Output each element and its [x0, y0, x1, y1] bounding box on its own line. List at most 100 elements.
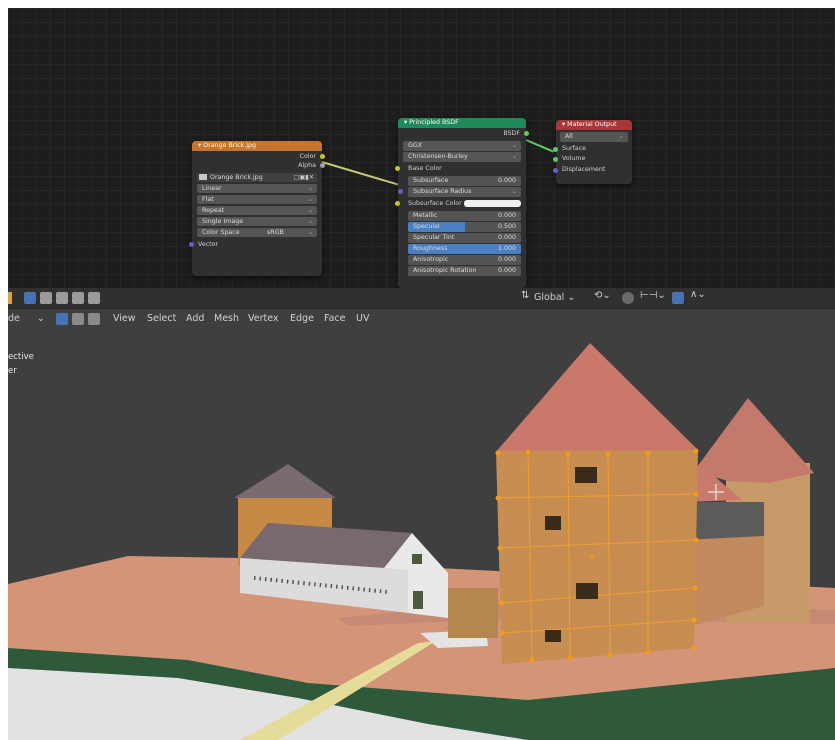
- subsurface-method-value: Christensen-Burley: [408, 153, 468, 160]
- output-target-dropdown[interactable]: All ⌄: [560, 132, 628, 142]
- chevron-down-icon: ⌄: [307, 195, 313, 203]
- mode-dropdown[interactable]: de ⌄: [8, 308, 45, 330]
- menu-view[interactable]: View: [113, 308, 136, 330]
- 3d-viewport[interactable]: ⇅ Global ⌄ ⟲⌄ ⊢⊣⌄ ∧⌄ de ⌄ View Select Ad…: [8, 288, 835, 740]
- menu-select[interactable]: Select: [147, 308, 176, 330]
- transform-orientation-dropdown[interactable]: Global ⌄: [534, 288, 575, 308]
- snap-target-icon[interactable]: ⊢⊣⌄: [640, 290, 666, 301]
- menu-uv[interactable]: UV: [356, 308, 369, 330]
- surface-input-socket[interactable]: [553, 146, 558, 152]
- select-extend-mode-button[interactable]: [40, 292, 52, 304]
- principled-bsdf-node-header[interactable]: ▾ Principled BSDF: [398, 118, 526, 128]
- roughness-slider[interactable]: Roughness 1.000: [408, 244, 521, 254]
- chevron-down-icon: ⌄: [307, 206, 313, 214]
- falloff-icon[interactable]: ∧⌄: [690, 289, 706, 300]
- subsurface-radius-dropdown[interactable]: Subsurface Radius ⌄: [398, 187, 521, 197]
- color-space-label: Color Space: [202, 228, 240, 236]
- connecting-wall: [448, 588, 498, 638]
- source-dropdown[interactable]: Single Image ⌄: [197, 216, 317, 226]
- subsurface-radius-socket[interactable]: [398, 189, 403, 195]
- vector-input-socket[interactable]: [189, 241, 194, 247]
- metallic-slider[interactable]: Metallic 0.000: [408, 211, 521, 221]
- viewport-menu-bar: de ⌄ View Select Add Mesh Vertex Edge Fa…: [8, 308, 835, 330]
- interpolation-value: Linear: [202, 184, 222, 192]
- roughness-value: 1.000: [497, 245, 516, 252]
- roughness-label: Roughness: [413, 245, 448, 252]
- transform-orientation-icon[interactable]: ⇅: [521, 290, 529, 301]
- edge-select-mode-button[interactable]: [72, 313, 84, 325]
- menu-vertex[interactable]: Vertex: [248, 308, 279, 330]
- subsurface-color-row[interactable]: Subsurface Color: [395, 198, 526, 210]
- alpha-output-label: Alpha: [298, 161, 316, 169]
- projection-dropdown[interactable]: Flat ⌄: [197, 194, 317, 204]
- chevron-down-icon: ⌄: [511, 153, 517, 160]
- principled-bsdf-node[interactable]: ▾ Principled BSDF BSDF GGX ⌄ Christensen-…: [395, 118, 529, 288]
- building-door: [413, 591, 423, 609]
- subsurface-slider[interactable]: Subsurface 0.000: [408, 176, 521, 186]
- blender-window: ▾ Orange Brick.jpg Color Alpha Orange Br…: [8, 8, 835, 740]
- transform-orientation-value: Global: [534, 292, 565, 303]
- output-node-title: Material Output: [567, 121, 617, 128]
- material-output-node-header[interactable]: ▾ Material Output: [556, 120, 632, 130]
- interpolation-dropdown[interactable]: Linear ⌄: [197, 183, 317, 193]
- image-texture-node-header[interactable]: ▾ Orange Brick.jpg: [192, 141, 322, 151]
- bsdf-output-socket[interactable]: [524, 131, 529, 137]
- base-color-row[interactable]: Base Color: [395, 163, 526, 175]
- anisotropic-slider[interactable]: Anisotropic 0.000: [408, 255, 521, 265]
- proportional-editing-icon[interactable]: [672, 292, 684, 304]
- subsurface-color-socket[interactable]: [395, 201, 400, 207]
- metallic-label: Metallic: [413, 212, 438, 219]
- specular-tint-value: 0.000: [497, 234, 516, 241]
- anisotropic-rotation-slider[interactable]: Anisotropic Rotation 0.000: [408, 266, 521, 276]
- subsurface-method-dropdown[interactable]: Christensen-Burley ⌄: [403, 152, 521, 162]
- snap-icon[interactable]: [622, 292, 634, 304]
- castle-scene[interactable]: [8, 288, 835, 740]
- material-output-node[interactable]: ▾ Material Output All ⌄ Surface Volume Di…: [553, 120, 632, 184]
- viewport-header: ⇅ Global ⌄ ⟲⌄ ⊢⊣⌄ ∧⌄: [8, 288, 835, 309]
- vertex-select-mode-button[interactable]: [56, 313, 68, 325]
- menu-edge[interactable]: Edge: [290, 308, 314, 330]
- color-space-value: sRGB: [267, 228, 284, 236]
- alpha-output-socket[interactable]: [320, 162, 325, 168]
- menu-add[interactable]: Add: [186, 308, 204, 330]
- color-space-dropdown[interactable]: Color Space sRGB ⌄: [197, 227, 317, 237]
- mode-value: de: [8, 313, 20, 324]
- select-subtract-mode-button[interactable]: [56, 292, 68, 304]
- shader-node-editor[interactable]: ▾ Orange Brick.jpg Color Alpha Orange Br…: [8, 8, 835, 288]
- base-color-socket[interactable]: [395, 166, 400, 172]
- chevron-down-icon: ⌄: [511, 142, 517, 149]
- editor-type-dropdown[interactable]: [8, 292, 12, 304]
- specular-value: 0.500: [497, 223, 516, 230]
- face-select-mode-button[interactable]: [88, 313, 100, 325]
- color-to-basecolor-link: [321, 161, 399, 186]
- bsdf-node-title: Principled BSDF: [409, 119, 459, 126]
- menu-mesh[interactable]: Mesh: [214, 308, 239, 330]
- projection-value: Flat: [202, 195, 214, 203]
- extension-dropdown[interactable]: Repeat ⌄: [197, 205, 317, 215]
- select-box-mode-button[interactable]: [24, 292, 36, 304]
- color-output-socket[interactable]: [320, 154, 325, 160]
- select-intersect-mode-button[interactable]: [88, 292, 100, 304]
- chevron-down-icon: ⌄: [618, 133, 624, 140]
- menu-face[interactable]: Face: [324, 308, 345, 330]
- subsurface-label: Subsurface: [413, 177, 449, 184]
- pivot-point-icon[interactable]: ⟲⌄: [594, 290, 611, 301]
- bsdf-output-row: BSDF: [398, 128, 529, 140]
- select-invert-mode-button[interactable]: [72, 292, 84, 304]
- subsurface-color-swatch[interactable]: [464, 200, 521, 207]
- image-texture-node[interactable]: ▾ Orange Brick.jpg Color Alpha Orange Br…: [189, 141, 325, 276]
- image-icon[interactable]: [199, 173, 207, 180]
- specular-tint-slider[interactable]: Specular Tint 0.000: [408, 233, 521, 243]
- image-datablock-selector[interactable]: Orange Brick.jpg ▢▣▮✕: [197, 172, 317, 183]
- chevron-down-icon: ⌄: [511, 188, 517, 195]
- specular-tint-label: Specular Tint: [413, 234, 455, 241]
- distribution-dropdown[interactable]: GGX ⌄: [403, 141, 521, 151]
- image-datablock-icons[interactable]: ▢▣▮✕: [293, 173, 314, 183]
- distribution-value: GGX: [408, 142, 423, 149]
- volume-input-socket[interactable]: [553, 157, 558, 163]
- volume-input-row: Volume: [553, 154, 632, 165]
- view-perspective-label: ective: [8, 352, 34, 362]
- object-origin: [590, 555, 594, 559]
- specular-slider[interactable]: Specular 0.500: [408, 222, 521, 232]
- displacement-input-socket[interactable]: [553, 167, 558, 173]
